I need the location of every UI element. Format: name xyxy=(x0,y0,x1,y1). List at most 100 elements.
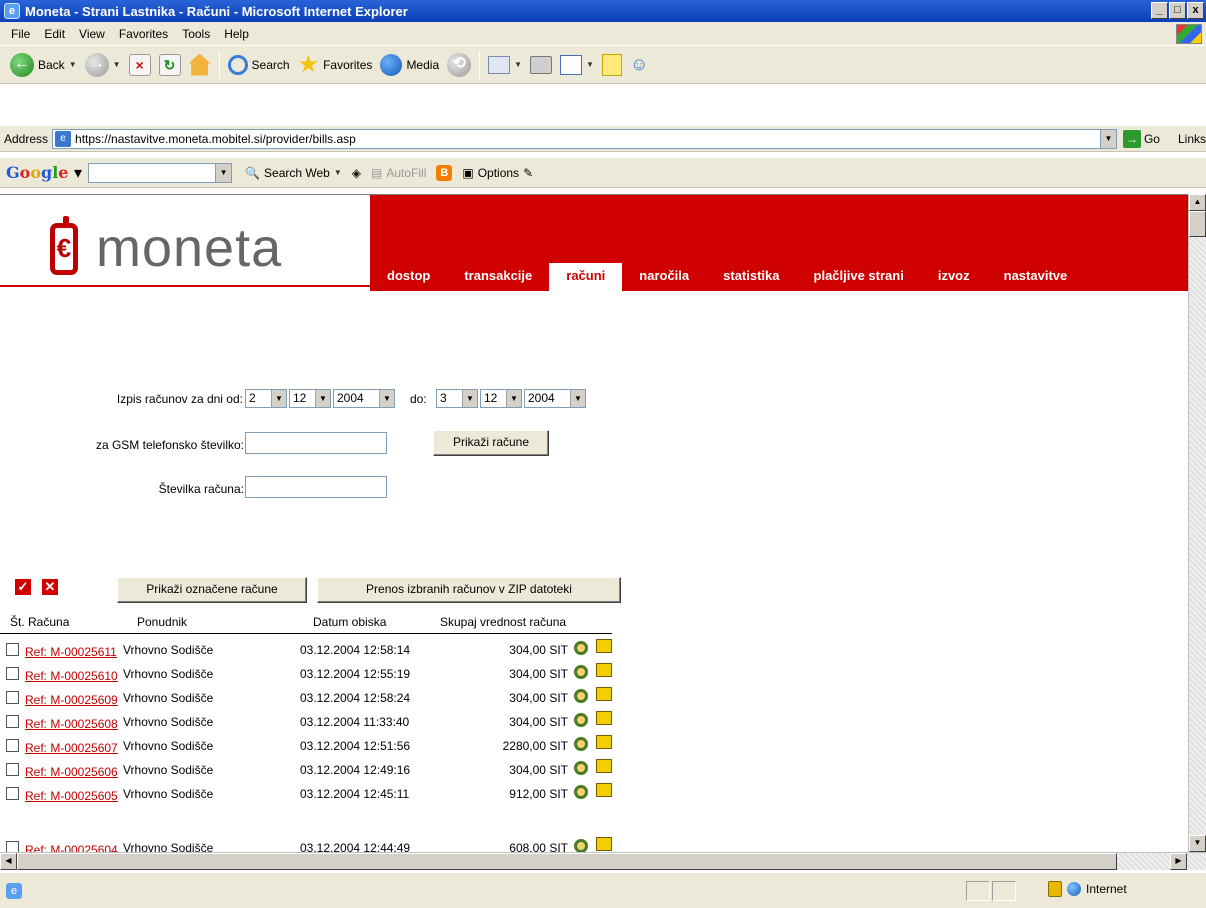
bill-ref-link[interactable]: Ref: M-00025606 xyxy=(25,765,118,779)
nav-placljive-strani[interactable]: plačljive strani xyxy=(797,263,921,291)
pagerank-button[interactable]: ◈ xyxy=(347,166,366,180)
messenger-button[interactable]: ☺ xyxy=(626,50,652,80)
google-search-dropdown-icon[interactable]: ▼ xyxy=(215,163,232,182)
options-button[interactable]: ▣ Options ✎ xyxy=(457,166,538,180)
to-month-select[interactable]: 12 ▼ xyxy=(480,389,522,408)
bill-number-input[interactable] xyxy=(245,476,387,498)
scroll-down-button[interactable]: ▼ xyxy=(1189,835,1206,852)
bill-ref-link[interactable]: Ref: M-00025608 xyxy=(25,717,118,731)
to-year-select[interactable]: 2004 ▼ xyxy=(524,389,586,408)
send-bill-icon[interactable] xyxy=(596,759,612,773)
send-bill-icon[interactable] xyxy=(596,783,612,797)
menu-tools[interactable]: Tools xyxy=(175,27,217,41)
site-logo[interactable]: moneta xyxy=(96,217,282,279)
back-dropdown-icon[interactable]: ▼ xyxy=(69,60,77,69)
row-checkbox[interactable] xyxy=(6,763,19,776)
bill-ref-link[interactable]: Ref: M-00025607 xyxy=(25,741,118,755)
send-bill-icon[interactable] xyxy=(596,711,612,725)
autofill-button[interactable]: ▤ AutoFill xyxy=(366,166,431,180)
google-search-input[interactable]: ▼ xyxy=(88,162,233,183)
address-input[interactable]: e https://nastavitve.moneta.mobitel.si/p… xyxy=(52,128,1117,149)
show-bills-button[interactable]: Prikaži račune xyxy=(433,430,549,456)
vertical-scrollbar[interactable]: ▲ ▼ xyxy=(1188,194,1206,852)
horizontal-scroll-thumb[interactable] xyxy=(17,853,1117,870)
view-bill-icon[interactable] xyxy=(574,761,588,775)
history-button[interactable]: ⟲ xyxy=(443,50,475,80)
send-bill-icon[interactable] xyxy=(596,687,612,701)
menu-file[interactable]: File xyxy=(4,27,37,41)
links-toolbar[interactable]: Links xyxy=(1178,132,1206,146)
google-logo[interactable]: Google ▾ xyxy=(6,163,82,182)
view-bill-icon[interactable] xyxy=(574,737,588,751)
bill-ref-link[interactable]: Ref: M-00025609 xyxy=(25,693,118,707)
edit-button[interactable]: ▼ xyxy=(556,50,598,80)
media-button[interactable]: Media xyxy=(376,50,443,80)
send-bill-icon[interactable] xyxy=(596,735,612,749)
scroll-right-button[interactable]: ▶ xyxy=(1170,853,1187,870)
view-bill-icon[interactable] xyxy=(574,665,588,679)
close-button[interactable]: x xyxy=(1187,2,1204,19)
gsm-input[interactable] xyxy=(245,432,387,454)
nav-racuni[interactable]: računi xyxy=(549,263,623,291)
row-checkbox[interactable] xyxy=(6,739,19,752)
row-checkbox[interactable] xyxy=(6,643,19,656)
maximize-button[interactable]: □ xyxy=(1169,2,1186,19)
discuss-button[interactable] xyxy=(598,50,626,80)
nav-nastavitve[interactable]: nastavitve xyxy=(987,263,1085,291)
select-all-check-icon[interactable]: ✓ xyxy=(15,579,31,595)
from-day-select[interactable]: 2 ▼ xyxy=(245,389,287,408)
row-checkbox[interactable] xyxy=(6,691,19,704)
to-day-select[interactable]: 3 ▼ xyxy=(436,389,478,408)
row-checkbox[interactable] xyxy=(6,667,19,680)
forward-button[interactable]: → ▼ xyxy=(81,50,125,80)
view-bill-icon[interactable] xyxy=(574,839,588,852)
nav-statistika[interactable]: statistika xyxy=(706,263,796,291)
menu-favorites[interactable]: Favorites xyxy=(112,27,175,41)
bill-ref-link[interactable]: Ref: M-00025604 xyxy=(25,843,118,852)
nav-narocila[interactable]: naročila xyxy=(622,263,706,291)
send-bill-icon[interactable] xyxy=(596,639,612,653)
nav-transakcije[interactable]: transakcije xyxy=(447,263,549,291)
send-bill-icon[interactable] xyxy=(596,663,612,677)
from-year-select[interactable]: 2004 ▼ xyxy=(333,389,395,408)
bill-ref-link[interactable]: Ref: M-00025611 xyxy=(25,645,117,659)
show-selected-bills-button[interactable]: Prikaži označene račune xyxy=(117,577,307,603)
go-button[interactable]: → Go xyxy=(1122,129,1160,148)
vertical-scroll-thumb[interactable] xyxy=(1189,211,1206,237)
search-web-button[interactable]: 🔍 Search Web ▼ xyxy=(240,166,347,180)
zip-download-button[interactable]: Prenos izbranih računov v ZIP datoteki xyxy=(317,577,621,603)
scroll-left-button[interactable]: ◀ xyxy=(0,853,17,870)
nav-dostop[interactable]: dostop xyxy=(370,263,447,291)
home-button[interactable] xyxy=(185,50,215,80)
mail-button[interactable]: ▼ xyxy=(484,50,526,80)
nav-izvoz[interactable]: izvoz xyxy=(921,263,987,291)
blogger-button[interactable]: B xyxy=(431,164,457,181)
menu-view[interactable]: View xyxy=(72,27,112,41)
address-dropdown-icon[interactable]: ▼ xyxy=(1099,129,1116,148)
view-bill-icon[interactable] xyxy=(574,689,588,703)
favorites-button[interactable]: ★ Favorites xyxy=(294,50,377,80)
deselect-all-x-icon[interactable]: ✕ xyxy=(42,579,58,595)
view-bill-icon[interactable] xyxy=(574,641,588,655)
refresh-button[interactable]: ↻ xyxy=(155,50,185,80)
from-month-select[interactable]: 12 ▼ xyxy=(289,389,331,408)
minimize-button[interactable]: _ xyxy=(1151,2,1168,19)
view-bill-icon[interactable] xyxy=(574,713,588,727)
bill-ref-link[interactable]: Ref: M-00025605 xyxy=(25,789,118,803)
view-bill-icon[interactable] xyxy=(574,785,588,799)
row-checkbox[interactable] xyxy=(6,841,19,852)
menu-help[interactable]: Help xyxy=(217,27,256,41)
search-button[interactable]: Search xyxy=(224,50,294,80)
menu-edit[interactable]: Edit xyxy=(37,27,72,41)
stop-button[interactable]: × xyxy=(125,50,155,80)
back-button[interactable]: ← Back ▼ xyxy=(6,50,81,80)
row-checkbox[interactable] xyxy=(6,715,19,728)
row-checkbox[interactable] xyxy=(6,787,19,800)
print-button[interactable] xyxy=(526,50,556,80)
security-zone[interactable]: Internet xyxy=(1048,881,1127,897)
send-bill-icon[interactable] xyxy=(596,837,612,851)
horizontal-scrollbar[interactable]: ◀ ▶ xyxy=(0,852,1206,870)
scroll-up-button[interactable]: ▲ xyxy=(1189,194,1206,211)
bill-ref-link[interactable]: Ref: M-00025610 xyxy=(25,669,118,683)
forward-dropdown-icon[interactable]: ▼ xyxy=(113,60,121,69)
